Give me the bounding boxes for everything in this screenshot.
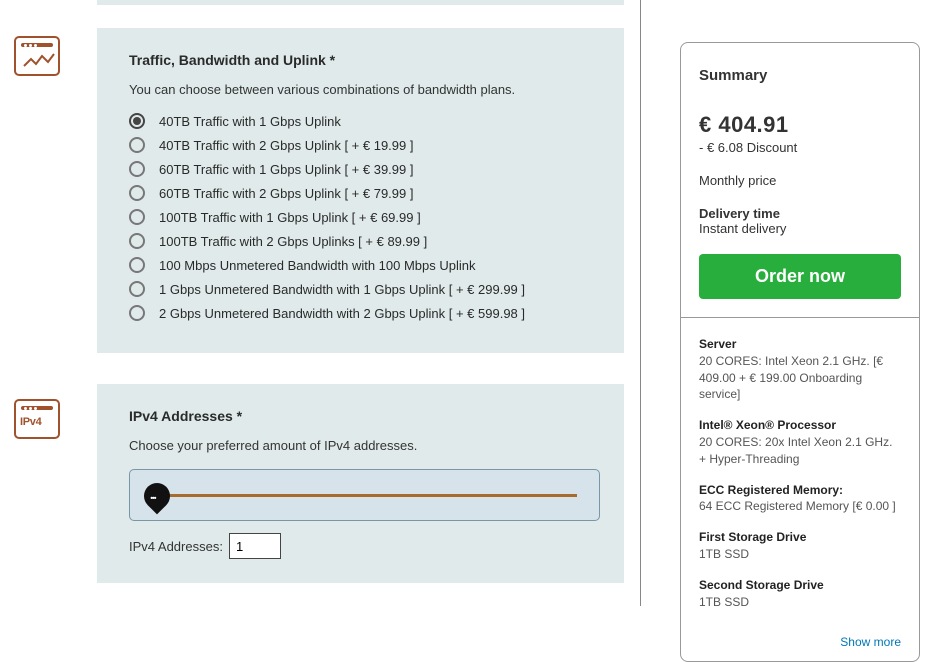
radio-icon	[129, 137, 145, 153]
traffic-desc: You can choose between various combinati…	[129, 82, 600, 97]
order-button[interactable]: Order now	[699, 254, 901, 299]
summary-item-detail: 64 ECC Registered Memory [€ 0.00 ]	[699, 498, 901, 515]
radio-icon	[129, 113, 145, 129]
traffic-options: 40TB Traffic with 1 Gbps Uplink 40TB Traf…	[129, 113, 600, 321]
radio-icon	[129, 209, 145, 225]
summary-item-title: Intel® Xeon® Processor	[699, 417, 901, 434]
traffic-option-label: 100TB Traffic with 1 Gbps Uplink [ + € 6…	[159, 210, 421, 225]
traffic-option[interactable]: 1 Gbps Unmetered Bandwidth with 1 Gbps U…	[129, 281, 600, 297]
radio-icon	[129, 233, 145, 249]
summary-item: Second Storage Drive1TB SSD	[699, 577, 901, 611]
summary-item: ECC Registered Memory:64 ECC Registered …	[699, 482, 901, 516]
traffic-option-label: 40TB Traffic with 1 Gbps Uplink	[159, 114, 341, 129]
traffic-option-label: 2 Gbps Unmetered Bandwidth with 2 Gbps U…	[159, 306, 525, 321]
summary-item-detail: 20 CORES: Intel Xeon 2.1 GHz. [€ 409.00 …	[699, 353, 901, 403]
bandwidth-icon	[14, 36, 60, 76]
config-main: Traffic, Bandwidth and Uplink * You can …	[0, 0, 640, 606]
traffic-option[interactable]: 100TB Traffic with 1 Gbps Uplink [ + € 6…	[129, 209, 600, 225]
summary-item-detail: 1TB SSD	[699, 594, 901, 611]
summary-discount: - € 6.08 Discount	[699, 140, 901, 155]
traffic-option-label: 60TB Traffic with 2 Gbps Uplink [ + € 79…	[159, 186, 413, 201]
traffic-option[interactable]: 100 Mbps Unmetered Bandwidth with 100 Mb…	[129, 257, 600, 273]
summary-item-detail: 1TB SSD	[699, 546, 901, 563]
summary-item-detail: 20 CORES: 20x Intel Xeon 2.1 GHz. + Hype…	[699, 434, 901, 468]
ipv4-slider-box	[129, 469, 600, 521]
show-more-link[interactable]: Show more	[840, 635, 901, 649]
radio-icon	[129, 185, 145, 201]
radio-icon	[129, 281, 145, 297]
traffic-option-label: 100TB Traffic with 2 Gbps Uplinks [ + € …	[159, 234, 427, 249]
ipv4-slider-handle[interactable]	[139, 478, 176, 515]
traffic-option[interactable]: 40TB Traffic with 1 Gbps Uplink	[129, 113, 600, 129]
traffic-option[interactable]: 2 Gbps Unmetered Bandwidth with 2 Gbps U…	[129, 305, 600, 321]
traffic-option-label: 1 Gbps Unmetered Bandwidth with 1 Gbps U…	[159, 282, 525, 297]
summary-item-title: First Storage Drive	[699, 529, 901, 546]
vertical-divider	[640, 0, 641, 606]
summary-item-title: ECC Registered Memory:	[699, 482, 901, 499]
traffic-option-label: 100 Mbps Unmetered Bandwidth with 100 Mb…	[159, 258, 476, 273]
summary-item-title: Server	[699, 336, 901, 353]
ipv4-input[interactable]	[229, 533, 281, 559]
traffic-option[interactable]: 40TB Traffic with 2 Gbps Uplink [ + € 19…	[129, 137, 600, 153]
radio-icon	[129, 257, 145, 273]
ipv4-title: IPv4 Addresses *	[129, 408, 600, 424]
summary-items: Server20 CORES: Intel Xeon 2.1 GHz. [€ 4…	[681, 318, 919, 634]
traffic-title: Traffic, Bandwidth and Uplink *	[129, 52, 600, 68]
traffic-card: Traffic, Bandwidth and Uplink * You can …	[97, 28, 624, 353]
traffic-option-label: 60TB Traffic with 1 Gbps Uplink [ + € 39…	[159, 162, 413, 177]
delivery-value: Instant delivery	[699, 221, 901, 236]
ipv4-desc: Choose your preferred amount of IPv4 add…	[129, 438, 600, 453]
summary-item: Intel® Xeon® Processor20 CORES: 20x Inte…	[699, 417, 901, 467]
summary-price: € 404.91	[699, 112, 901, 138]
summary-item: First Storage Drive1TB SSD	[699, 529, 901, 563]
summary-item-title: Second Storage Drive	[699, 577, 901, 594]
summary-monthly: Monthly price	[699, 173, 901, 188]
ipv4-input-label: IPv4 Addresses:	[129, 539, 223, 554]
summary-sidebar: Summary € 404.91 - € 6.08 Discount Month…	[680, 42, 920, 662]
traffic-option[interactable]: 100TB Traffic with 2 Gbps Uplinks [ + € …	[129, 233, 600, 249]
ipv4-slider-track[interactable]	[158, 494, 577, 497]
ipv4-card: IPv4 Addresses * Choose your preferred a…	[97, 384, 624, 583]
traffic-option-label: 40TB Traffic with 2 Gbps Uplink [ + € 19…	[159, 138, 413, 153]
summary-heading: Summary	[699, 67, 901, 84]
radio-icon	[129, 305, 145, 321]
traffic-option[interactable]: 60TB Traffic with 2 Gbps Uplink [ + € 79…	[129, 185, 600, 201]
summary-item: Server20 CORES: Intel Xeon 2.1 GHz. [€ 4…	[699, 336, 901, 403]
delivery-label: Delivery time	[699, 206, 901, 221]
radio-icon	[129, 161, 145, 177]
ipv4-icon: IPv4	[14, 399, 60, 439]
traffic-option[interactable]: 60TB Traffic with 1 Gbps Uplink [ + € 39…	[129, 161, 600, 177]
